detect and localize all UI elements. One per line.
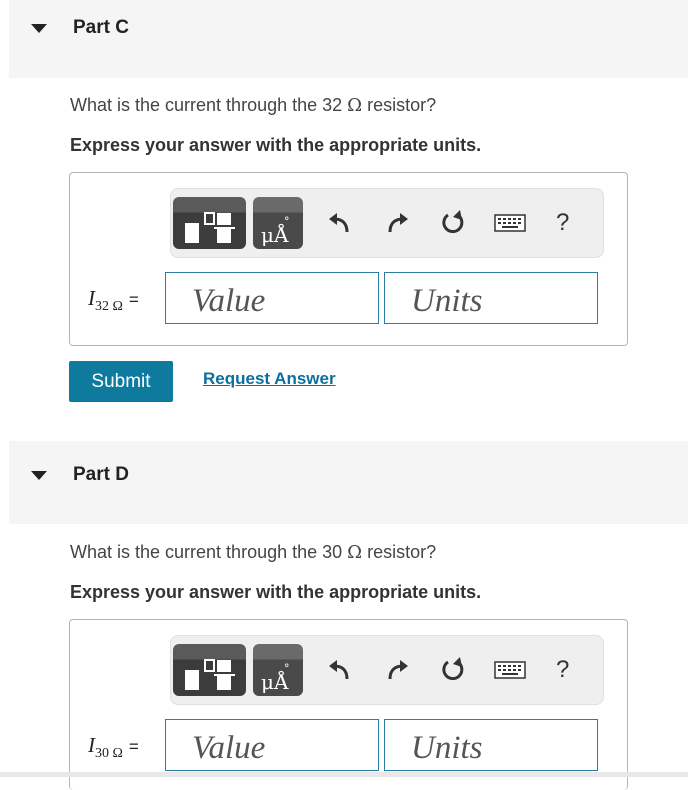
part-c-toolbar: ° μÅ ? <box>170 188 604 258</box>
part-c-units-input[interactable] <box>384 272 598 324</box>
part-c-variable-label: I32 Ω = <box>88 286 139 315</box>
page-bottom-border <box>0 772 688 777</box>
reset-icon <box>442 210 464 234</box>
part-c-header[interactable]: Part C <box>9 0 688 78</box>
submit-button[interactable]: Submit <box>69 361 173 402</box>
templates-button[interactable] <box>173 197 246 249</box>
undo-button[interactable] <box>324 654 356 686</box>
caret-down-icon[interactable] <box>31 471 47 480</box>
undo-icon <box>329 660 349 680</box>
part-c-value-input[interactable] <box>165 272 379 324</box>
keyboard-icon <box>494 214 526 232</box>
keyboard-icon <box>494 661 526 679</box>
redo-icon <box>388 213 408 233</box>
templates-button[interactable] <box>173 644 246 696</box>
part-c-answer-box: ° μÅ ? I32 Ω = Value Units <box>69 172 628 346</box>
part-d-variable-label: I30 Ω = <box>88 733 139 762</box>
templates-icon <box>185 212 235 243</box>
units-button[interactable]: ° μÅ <box>253 197 303 249</box>
units-button[interactable]: ° μÅ <box>253 644 303 696</box>
svg-text:μÅ: μÅ <box>261 669 289 694</box>
help-icon[interactable]: ? <box>556 209 569 237</box>
part-d-question: What is the current through the 30 Ω res… <box>70 542 437 563</box>
part-d-title: Part D <box>73 464 129 485</box>
part-d-answer-box: ° μÅ ? I30 Ω = Value Units <box>69 619 628 790</box>
part-d-units-input[interactable] <box>384 719 598 771</box>
caret-down-icon[interactable] <box>31 24 47 33</box>
reset-button[interactable] <box>437 654 469 686</box>
part-d-header[interactable]: Part D <box>9 441 688 524</box>
part-d-instruction: Express your answer with the appropriate… <box>70 582 482 602</box>
units-icon: ° μÅ <box>261 215 290 247</box>
part-c-question: What is the current through the 32 Ω res… <box>70 95 437 116</box>
templates-icon <box>185 659 235 690</box>
reset-icon <box>442 657 464 681</box>
units-icon: ° μÅ <box>261 662 290 694</box>
part-d-value-input[interactable] <box>165 719 379 771</box>
keyboard-button[interactable] <box>493 207 527 239</box>
help-icon[interactable]: ? <box>556 656 569 684</box>
redo-icon <box>388 660 408 680</box>
undo-button[interactable] <box>324 207 356 239</box>
redo-button[interactable] <box>381 207 413 239</box>
part-c-instruction: Express your answer with the appropriate… <box>70 135 482 155</box>
request-answer-link[interactable]: Request Answer <box>203 369 336 389</box>
undo-icon <box>329 213 349 233</box>
part-c-title: Part C <box>73 17 129 38</box>
svg-text:μÅ: μÅ <box>261 222 289 247</box>
part-d-toolbar: ° μÅ ? <box>170 635 604 705</box>
redo-button[interactable] <box>381 654 413 686</box>
reset-button[interactable] <box>437 207 469 239</box>
keyboard-button[interactable] <box>493 654 527 686</box>
